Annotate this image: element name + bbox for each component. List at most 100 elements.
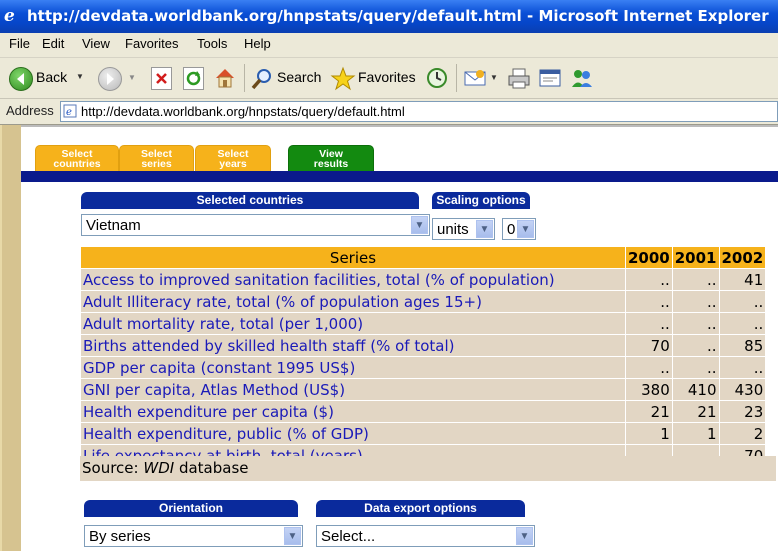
country-value: Vietnam: [86, 217, 141, 234]
series-link[interactable]: Health expenditure, public (% of GDP): [80, 422, 626, 445]
series-link[interactable]: GDP per capita (constant 1995 US$): [80, 356, 626, 379]
svg-text:e: e: [66, 107, 72, 118]
series-link[interactable]: Adult Illiteracy rate, total (% of popul…: [80, 290, 626, 313]
mail-icon[interactable]: ▼: [463, 66, 499, 90]
table-row: Births attended by skilled health staff …: [80, 334, 767, 357]
menu-bar: File Edit View Favorites Tools Help: [0, 33, 778, 58]
data-export-header: Data export options: [316, 500, 525, 517]
back-label: Back: [36, 69, 68, 85]
value-cell: 380: [625, 378, 673, 401]
messenger-icon[interactable]: [570, 66, 594, 90]
tab-view-results[interactable]: View results: [288, 145, 374, 174]
value-cell: ..: [671, 268, 720, 291]
value-cell: ..: [625, 268, 673, 291]
menu-favorites[interactable]: Favorites: [125, 36, 178, 51]
back-button[interactable]: Back ▼: [6, 64, 86, 92]
units-value: units: [437, 221, 469, 238]
chevron-down-icon: ▼: [516, 527, 533, 545]
series-link[interactable]: Health expenditure per capita ($): [80, 400, 626, 423]
favorites-star-icon: [330, 66, 356, 91]
history-icon[interactable]: [425, 66, 449, 90]
search-button[interactable]: Search: [250, 64, 322, 92]
tab-line2: results: [313, 158, 349, 170]
tab-line2: series: [141, 158, 172, 170]
page-icon: e: [63, 104, 77, 118]
tab-select-countries[interactable]: Select countries: [35, 145, 119, 174]
value-cell: ..: [625, 290, 673, 313]
value-cell: 1: [671, 422, 720, 445]
value-cell: 1: [625, 422, 673, 445]
source-database-name: WDI: [143, 459, 175, 477]
decimals-select[interactable]: 0 ▼: [502, 218, 536, 240]
back-arrow-icon: [9, 67, 33, 91]
value-cell: ..: [671, 334, 720, 357]
value-cell: ..: [718, 290, 767, 313]
tab-line2: countries: [53, 158, 101, 170]
series-column-header: Series: [80, 246, 626, 269]
value-cell: ..: [625, 312, 673, 335]
source-suffix: database: [178, 459, 249, 477]
table-header-row: Series 2000 2001 2002: [80, 246, 767, 269]
refresh-icon[interactable]: [183, 67, 204, 90]
nav-stripe: [21, 171, 778, 182]
orientation-header: Orientation: [84, 500, 298, 517]
tab-select-years[interactable]: Select years: [195, 145, 271, 174]
window-title: http://devdata.worldbank.org/hnpstats/qu…: [27, 7, 769, 25]
menu-edit[interactable]: Edit: [42, 36, 64, 51]
series-link[interactable]: Adult mortality rate, total (per 1,000): [80, 312, 626, 335]
chevron-down-icon: ▼: [284, 527, 301, 545]
tab-line2: years: [219, 158, 247, 170]
country-select[interactable]: Vietnam ▼: [81, 214, 430, 236]
orientation-select[interactable]: By series ▼: [84, 525, 303, 547]
chevron-down-icon: ▼: [411, 216, 428, 234]
mail-dropdown-icon: ▼: [490, 73, 498, 82]
value-cell: ..: [718, 312, 767, 335]
series-link[interactable]: GNI per capita, Atlas Method (US$): [80, 378, 626, 401]
results-table: Series 2000 2001 2002 Access to improved…: [80, 246, 767, 467]
ie-logo-icon: e: [4, 6, 15, 26]
favorites-button[interactable]: Favorites: [330, 64, 416, 92]
table-row: Health expenditure, public (% of GDP) 1 1 2: [80, 422, 767, 445]
tab-select-series[interactable]: Select series: [119, 145, 194, 174]
address-input[interactable]: e http://devdata.worldbank.org/hnpstats/…: [60, 101, 778, 122]
value-cell: 21: [625, 400, 673, 423]
table-row: Adult mortality rate, total (per 1,000).…: [80, 312, 767, 335]
year-column-header: 2001: [671, 246, 720, 269]
favorites-label: Favorites: [358, 69, 416, 85]
forward-dropdown-icon[interactable]: ▼: [128, 73, 136, 82]
series-link[interactable]: Births attended by skilled health staff …: [80, 334, 626, 357]
value-cell: 430: [718, 378, 767, 401]
menu-file[interactable]: File: [9, 36, 30, 51]
home-icon[interactable]: [213, 66, 237, 90]
address-bar: Address e http://devdata.worldbank.org/h…: [0, 99, 778, 125]
units-select[interactable]: units ▼: [432, 218, 495, 240]
stop-icon[interactable]: [151, 67, 172, 90]
value-cell: ..: [671, 290, 720, 313]
edit-icon[interactable]: [538, 66, 562, 90]
forward-arrow-icon[interactable]: [98, 67, 122, 91]
value-cell: ..: [718, 356, 767, 379]
table-row: GNI per capita, Atlas Method (US$) 380 410…: [80, 378, 767, 401]
value-cell: 41: [718, 268, 767, 291]
menu-help[interactable]: Help: [244, 36, 271, 51]
orientation-value: By series: [89, 528, 151, 545]
page-content: Select countries Select series Select ye…: [0, 125, 778, 551]
search-icon: [251, 69, 271, 90]
menu-tools[interactable]: Tools: [197, 36, 227, 51]
menu-view[interactable]: View: [82, 36, 110, 51]
toolbar-separator: [456, 64, 457, 92]
value-cell: 70: [625, 334, 673, 357]
value-cell: ..: [671, 356, 720, 379]
print-icon[interactable]: [507, 66, 531, 90]
series-link[interactable]: Access to improved sanitation facilities…: [80, 268, 626, 291]
source-note: Source: WDI database: [82, 459, 249, 477]
value-cell: 21: [671, 400, 720, 423]
back-dropdown-icon[interactable]: ▼: [76, 72, 84, 81]
decimals-value: 0: [507, 221, 516, 238]
value-cell: 85: [718, 334, 767, 357]
value-cell: ..: [671, 312, 720, 335]
year-column-header: 2002: [718, 246, 767, 269]
scaling-options-header: Scaling options: [432, 192, 530, 209]
data-export-select[interactable]: Select... ▼: [316, 525, 535, 547]
value-cell: ..: [625, 356, 673, 379]
